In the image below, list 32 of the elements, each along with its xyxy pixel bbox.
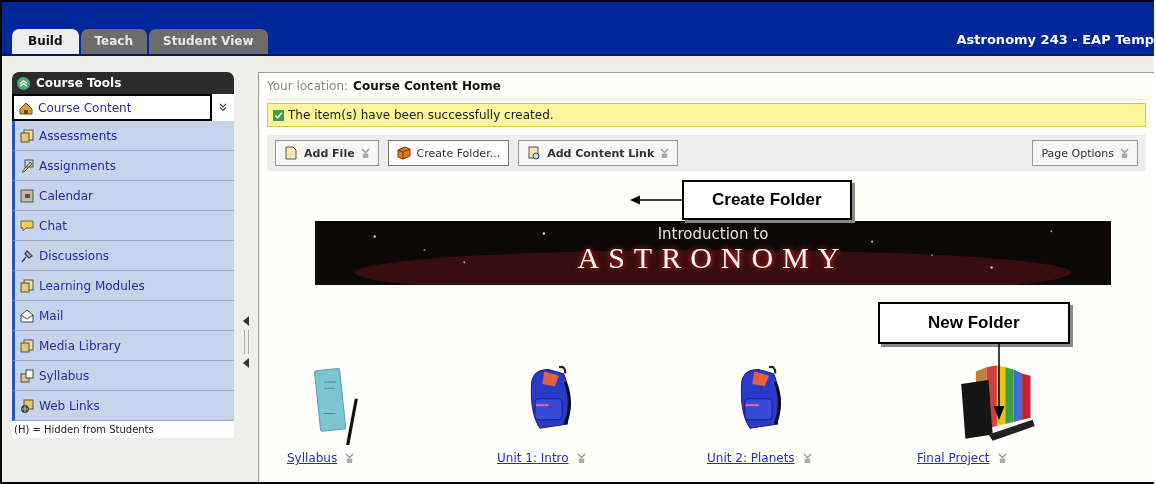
- sidebar-item[interactable]: Media Library: [12, 331, 234, 361]
- sidebar-title: Course Tools: [36, 76, 122, 90]
- sidebar-item[interactable]: Learning Modules: [12, 271, 234, 301]
- tab[interactable]: Build: [12, 29, 79, 54]
- course-title: Astronomy 243 - EAP Temp: [956, 32, 1154, 49]
- sidebar-item[interactable]: Assessments: [12, 121, 234, 151]
- sidebar-item[interactable]: Discussions: [12, 241, 234, 271]
- sidebar-item[interactable]: Web Links: [12, 391, 234, 421]
- banner-title: ASTRONOMY: [577, 243, 849, 273]
- item-link[interactable]: Final Project: [917, 451, 990, 465]
- sidebar-footnote: (H) = Hidden from Students: [12, 421, 234, 438]
- sidebar-item[interactable]: Mail: [12, 301, 234, 331]
- sidebar-item[interactable]: Assignments: [12, 151, 234, 181]
- toolbar-button[interactable]: Page Options: [1032, 140, 1138, 166]
- callout-label: Create Folder: [682, 180, 852, 220]
- item-link[interactable]: Syllabus: [287, 451, 338, 465]
- sidebar-item[interactable]: Course Content: [12, 94, 212, 121]
- item-link[interactable]: Unit 2: Planets: [707, 451, 795, 465]
- location-value: Course Content Home: [353, 79, 501, 93]
- sidebar-item[interactable]: Syllabus: [12, 361, 234, 391]
- toolbar-button[interactable]: Add File: [275, 140, 379, 166]
- sidebar-item[interactable]: Calendar: [12, 181, 234, 211]
- callout-label: New Folder: [878, 302, 1070, 344]
- message-text: The item(s) have been successfully created.: [288, 108, 554, 122]
- location-label: Your location:: [267, 79, 349, 93]
- item-link[interactable]: Unit 1: Intro: [497, 451, 569, 465]
- banner-subtitle: Introduction to: [657, 225, 769, 243]
- toolbar-button[interactable]: Create Folder...: [387, 140, 510, 166]
- toolbar-button[interactable]: Add Content Link: [518, 140, 679, 166]
- tab[interactable]: Teach: [80, 29, 147, 54]
- tab[interactable]: Student View: [149, 29, 268, 54]
- sidebar-item[interactable]: Chat: [12, 211, 234, 241]
